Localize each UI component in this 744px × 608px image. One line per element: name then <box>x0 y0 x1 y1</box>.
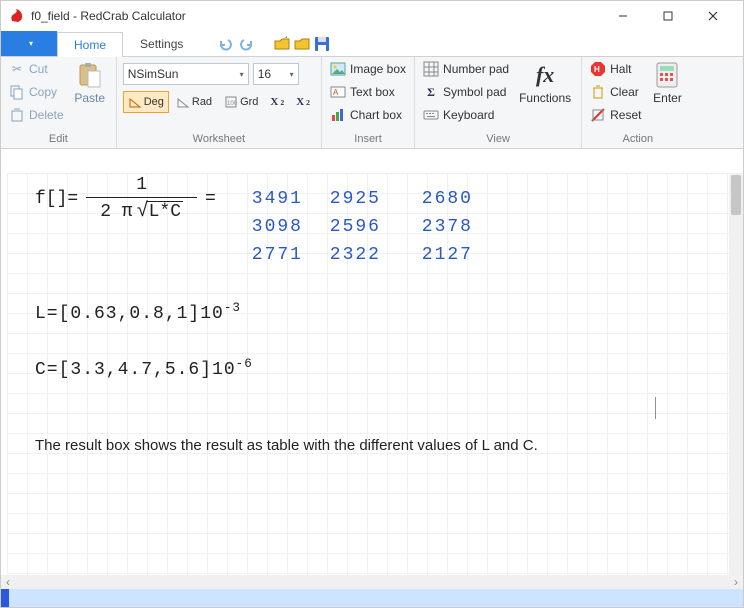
maximize-button[interactable] <box>645 2 690 30</box>
keyboard-button[interactable]: Keyboard <box>421 105 511 125</box>
scroll-right-icon[interactable]: › <box>729 575 743 589</box>
delete-button[interactable]: Delete <box>7 105 66 125</box>
tab-settings[interactable]: Settings <box>123 31 200 56</box>
formula-f: f[]= 1 2 π √L*C = <box>35 175 216 223</box>
copy-icon <box>9 84 25 100</box>
group-label-edit: Edit <box>7 131 110 148</box>
tab-home[interactable]: Home <box>57 32 123 57</box>
functions-button[interactable]: fx Functions <box>515 59 575 107</box>
status-indicator <box>1 589 9 607</box>
superscript-button[interactable]: X2 <box>265 91 289 113</box>
clear-button[interactable]: Clear <box>588 82 643 102</box>
reset-icon <box>590 107 606 123</box>
fraction-denominator-pre: 2 π <box>100 202 132 222</box>
text-cursor <box>655 397 656 419</box>
cut-button[interactable]: ✂Cut <box>7 59 66 79</box>
paste-button[interactable]: Paste <box>70 59 110 107</box>
copy-button[interactable]: Copy <box>7 82 66 102</box>
redo-icon[interactable] <box>238 36 254 52</box>
minimize-button[interactable] <box>600 2 645 30</box>
close-button[interactable] <box>690 2 735 30</box>
halt-icon: H <box>590 61 606 77</box>
fraction-numerator: 1 <box>86 175 197 197</box>
group-view: Number pad ΣSymbol pad Keyboard fx Funct… <box>415 57 582 148</box>
chart-box-button[interactable]: Chart box <box>328 105 408 125</box>
deg-button[interactable]: Deg <box>123 91 169 113</box>
ribbon-tabs: Home Settings <box>1 31 743 57</box>
group-label-view: View <box>421 131 575 148</box>
horizontal-scrollbar[interactable]: ‹ › <box>1 575 743 589</box>
scroll-left-icon[interactable]: ‹ <box>1 575 15 589</box>
grd-button[interactable]: 100Grd <box>219 91 263 113</box>
halt-button[interactable]: HHalt <box>588 59 643 79</box>
paste-icon <box>76 61 104 89</box>
fx-icon: fx <box>531 61 559 89</box>
vertical-scrollbar[interactable] <box>729 173 743 575</box>
file-tab[interactable] <box>1 31 57 56</box>
save-icon[interactable] <box>294 36 310 52</box>
result-matrix: 349129252680 309825962378 277123222127 <box>225 185 473 269</box>
textbox-icon: A <box>330 84 346 100</box>
radical-body: L*C <box>147 201 183 222</box>
calculator-icon <box>653 61 681 89</box>
keyboard-icon <box>423 107 439 123</box>
group-action: HHalt Clear Reset Enter Action <box>582 57 693 148</box>
group-label-action: Action <box>588 131 687 148</box>
window-title: f0_field - RedCrab Calculator <box>31 9 600 23</box>
note-text: The result box shows the result as table… <box>35 437 538 454</box>
subscript-button[interactable]: X2 <box>291 91 315 113</box>
worksheet[interactable]: f[]= 1 2 π √L*C = 349129252680 309825962… <box>1 149 743 575</box>
enter-button[interactable]: Enter <box>647 59 687 107</box>
undo-icon[interactable] <box>218 36 234 52</box>
definition-C: C=[3.3,4.7,5.6]10-6 <box>35 357 253 380</box>
svg-text:A: A <box>333 88 339 97</box>
formula-lhs: f[]= <box>35 189 78 209</box>
sigma-icon: Σ <box>423 84 439 100</box>
group-edit: ✂Cut Copy Delete Paste Edit <box>1 57 117 148</box>
scissors-icon: ✂ <box>9 61 25 77</box>
text-box-button[interactable]: AText box <box>328 82 408 102</box>
symbol-pad-button[interactable]: ΣSymbol pad <box>421 82 511 102</box>
numpad-icon <box>423 61 439 77</box>
image-icon <box>330 61 346 77</box>
delete-icon <box>9 107 25 123</box>
status-bar <box>1 589 743 607</box>
image-box-button[interactable]: Image box <box>328 59 408 79</box>
group-label-insert: Insert <box>328 131 408 148</box>
equals-sign: = <box>205 189 216 209</box>
group-insert: Image box AText box Chart box Insert <box>322 57 415 148</box>
font-select[interactable]: NSimSun▾ <box>123 63 249 85</box>
scroll-thumb[interactable] <box>731 175 741 215</box>
group-worksheet: NSimSun▾ 16▾ Deg Rad 100Grd X2 X2 Worksh… <box>117 57 322 148</box>
trash-icon <box>590 84 606 100</box>
titlebar: f0_field - RedCrab Calculator <box>1 1 743 31</box>
ribbon: ✂Cut Copy Delete Paste Edit NSimSun▾ 16▾… <box>1 57 743 149</box>
chart-icon <box>330 107 346 123</box>
svg-text:100: 100 <box>227 101 238 107</box>
svg-text:H: H <box>594 65 600 74</box>
open-icon[interactable] <box>274 36 290 52</box>
group-label-worksheet: Worksheet <box>123 131 315 148</box>
reset-button[interactable]: Reset <box>588 105 643 125</box>
disk-icon[interactable] <box>314 36 330 52</box>
app-icon <box>9 8 25 24</box>
font-size-select[interactable]: 16▾ <box>253 63 299 85</box>
definition-L: L=[0.63,0.8,1]10-3 <box>35 301 241 324</box>
rad-button[interactable]: Rad <box>171 91 217 113</box>
number-pad-button[interactable]: Number pad <box>421 59 511 79</box>
